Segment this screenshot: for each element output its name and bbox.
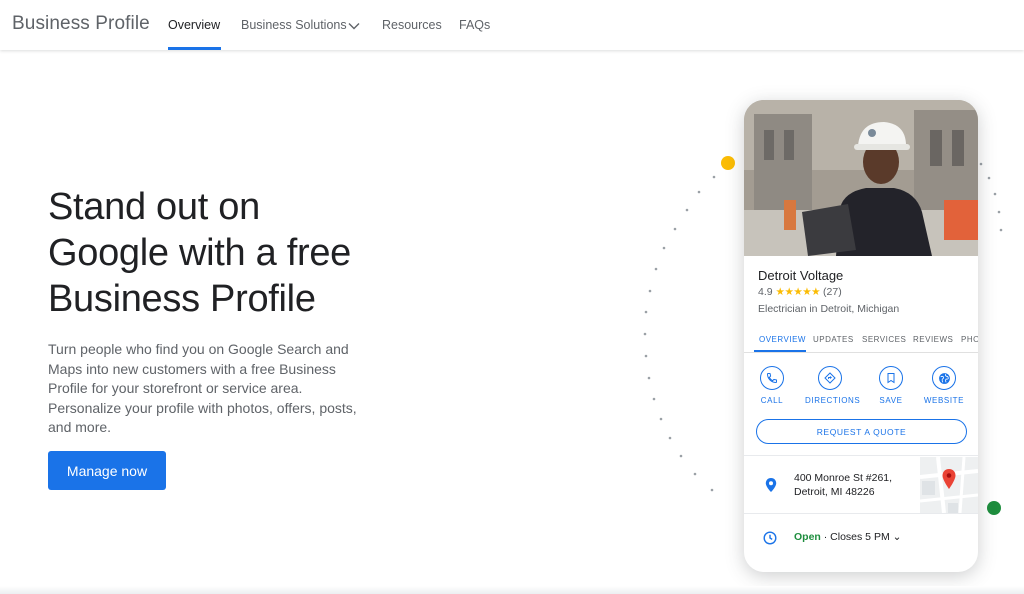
location-pin-icon [765, 478, 777, 492]
call-button[interactable]: CALL [747, 366, 797, 405]
directions-button[interactable]: DIRECTIONS [805, 366, 861, 405]
directions-label: DIRECTIONS [805, 396, 861, 405]
request-quote-button[interactable]: REQUEST A QUOTE [756, 419, 967, 444]
decorative-green-dot [987, 501, 1001, 515]
address-line-2: Detroit, MI 48226 [794, 486, 875, 498]
nav-business-solutions[interactable]: Business Solutions [241, 18, 347, 32]
headline-line-1: Stand out on [48, 186, 260, 228]
save-label: SAVE [879, 396, 903, 405]
tab-photos[interactable]: PHO [961, 335, 978, 344]
hero-description: Turn people who find you on Google Searc… [48, 341, 357, 435]
hero-headline: Stand out on Google with a free Business… [48, 184, 428, 322]
star-rating-icon: ★★★★★ [775, 286, 821, 298]
rating-summary: 4.9 ★★★★★ (27) [758, 286, 842, 298]
brand-title[interactable]: Business Profile [12, 13, 150, 35]
globe-icon [932, 366, 956, 390]
chevron-down-icon[interactable] [347, 19, 361, 33]
tabs-divider [744, 352, 978, 353]
divider [744, 455, 978, 456]
website-label: WEBSITE [923, 396, 965, 405]
address-line-1: 400 Monroe St #261, [794, 472, 893, 484]
clock-icon [763, 531, 777, 545]
phone-icon [760, 366, 784, 390]
business-hours[interactable]: Open · Closes 5 PM ⌄ [794, 531, 901, 543]
business-name: Detroit Voltage [758, 268, 844, 283]
call-label: CALL [760, 396, 784, 405]
headline-line-3: Business Profile [48, 278, 316, 320]
map-thumbnail[interactable] [920, 457, 978, 513]
tab-overview[interactable]: OVERVIEW [759, 335, 806, 344]
business-address[interactable]: 400 Monroe St #261, Detroit, MI 48226 [794, 471, 919, 499]
open-status: Open [794, 531, 821, 543]
business-category: Electrician in Detroit, Michigan [758, 303, 900, 315]
manage-now-button[interactable]: Manage now [48, 451, 166, 490]
decorative-yellow-dot [721, 156, 735, 170]
decorative-dotted-arc-right [979, 162, 1003, 232]
tab-reviews[interactable]: REVIEWS [913, 335, 953, 344]
review-count[interactable]: (27) [823, 286, 842, 298]
active-nav-indicator [168, 47, 221, 50]
tab-services[interactable]: SERVICES [862, 335, 906, 344]
divider [744, 513, 978, 514]
nav-resources[interactable]: Resources [382, 18, 442, 32]
website-button[interactable]: WEBSITE [919, 366, 969, 405]
business-profile-card: Detroit Voltage 4.9 ★★★★★ (27) Electrici… [744, 100, 978, 572]
tab-updates[interactable]: UPDATES [813, 335, 854, 344]
nav-faqs[interactable]: FAQs [459, 18, 490, 32]
top-navigation-bar: Business Profile Overview Business Solut… [0, 0, 1024, 50]
business-photo [744, 100, 978, 256]
save-button[interactable]: SAVE [866, 366, 916, 405]
rating-value: 4.9 [758, 286, 773, 298]
section-divider [0, 586, 1024, 594]
closing-time: · Closes 5 PM ⌄ [820, 531, 902, 543]
directions-icon [818, 366, 842, 390]
decorative-dotted-arc [643, 175, 716, 492]
bookmark-icon [879, 366, 903, 390]
headline-line-2: Google with a free [48, 232, 351, 274]
nav-overview[interactable]: Overview [168, 18, 220, 32]
